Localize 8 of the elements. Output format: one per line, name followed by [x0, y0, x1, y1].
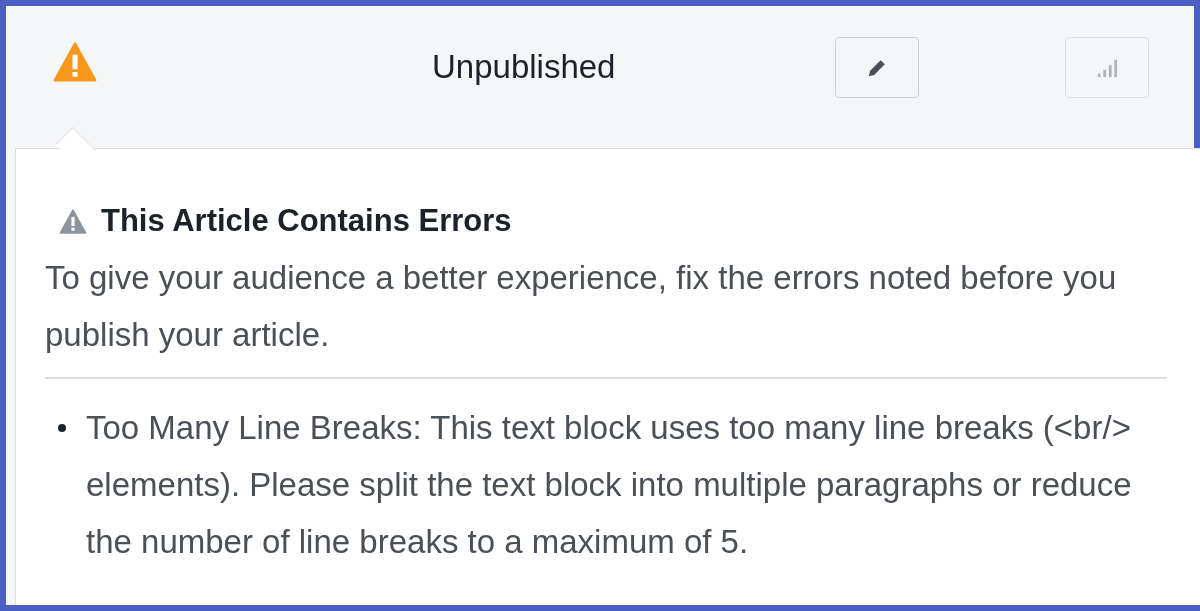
error-message: To give your audience a better experience, fix the errors noted before you publish your article.	[45, 258, 1118, 355]
status-label: Unpublished	[432, 48, 616, 86]
error-item: Too Many Line Breaks: This text block uses too many line breaks (<br/> elements). Please split the text block into multiple paragraphs or reduce the number of line breaks to a maximum of 5.	[86, 408, 1133, 562]
warning-icon	[59, 208, 87, 234]
popover-title: This Article Contains Errors	[101, 202, 512, 240]
warning-icon	[52, 42, 98, 82]
bullet-icon	[58, 424, 66, 432]
edit-button[interactable]	[835, 37, 919, 98]
